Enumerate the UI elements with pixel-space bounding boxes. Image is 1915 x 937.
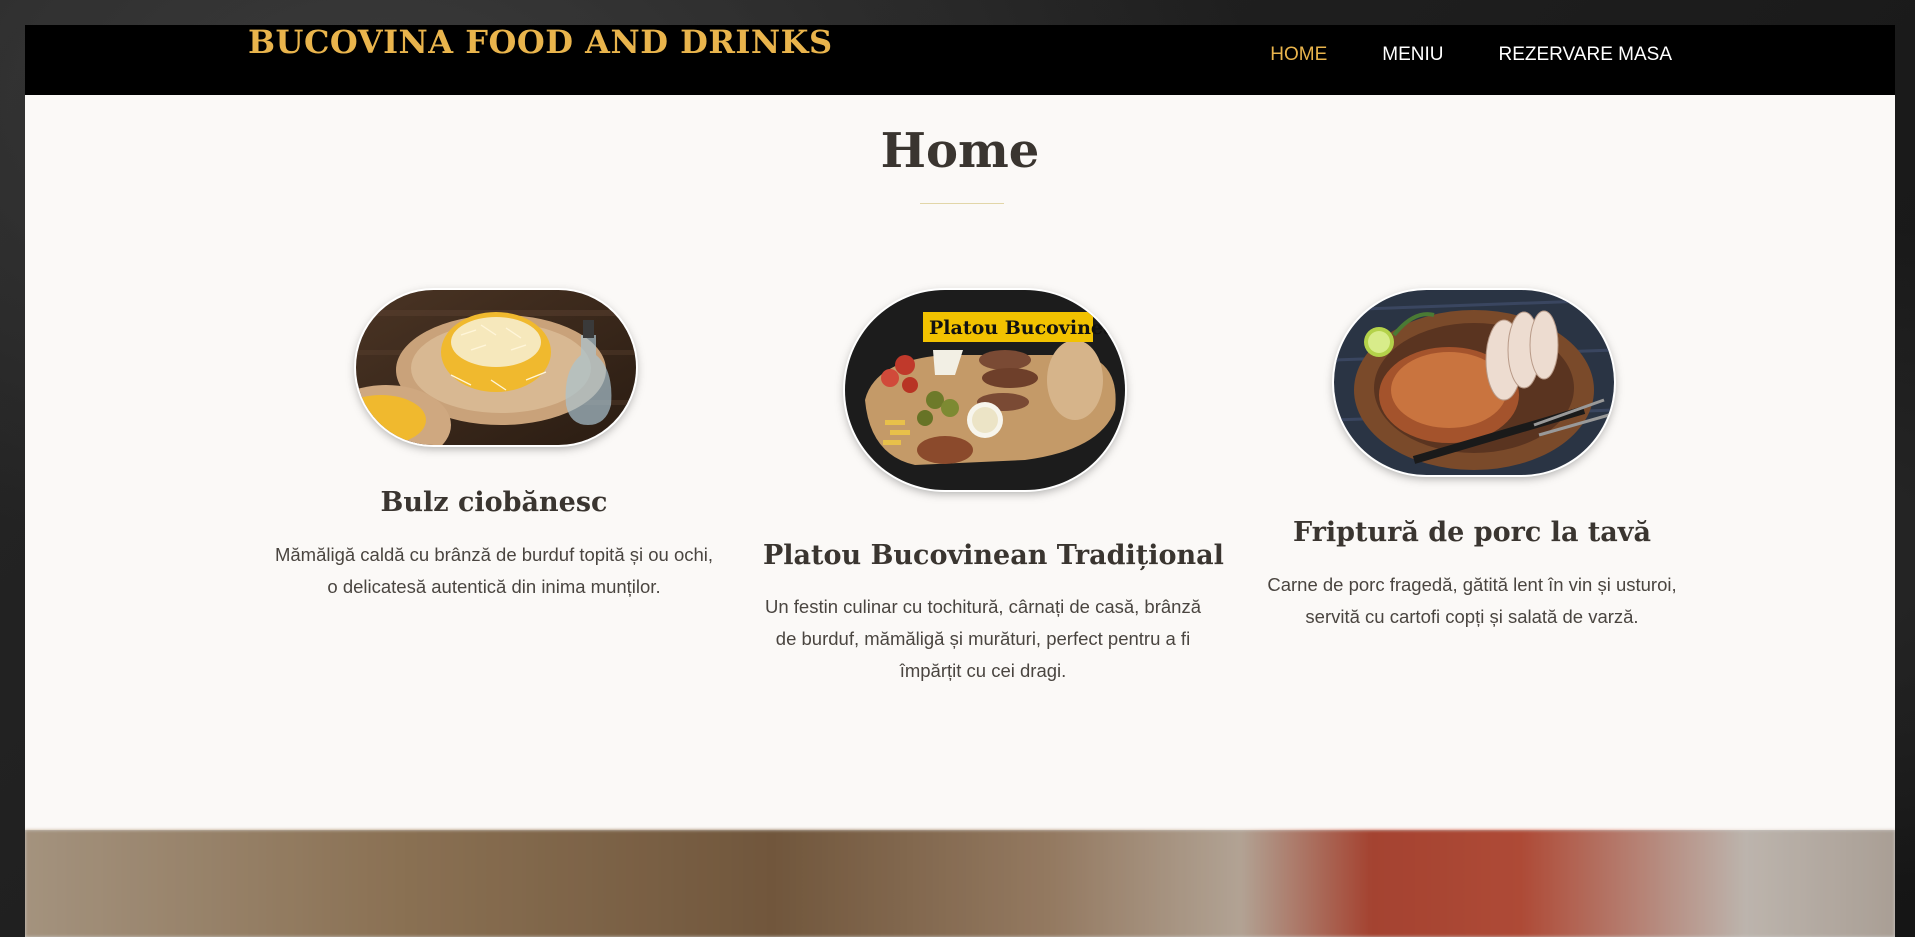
title-divider <box>920 203 1004 204</box>
platou-image-label: Platou Bucovinea <box>929 317 1115 339</box>
dish-card-friptura: Friptură de porc la tavă Carne de porc f… <box>1252 265 1692 645</box>
dish-card-platou: Platou Bucovinea Platou Bucovinean Tradi… <box>763 265 1224 685</box>
top-navbar: BUCOVINA FOOD AND DRINKS HOME MENIU REZE… <box>25 25 1895 95</box>
dish-title: Bulz ciobănesc <box>380 487 608 518</box>
dish-image-bulz <box>356 290 636 445</box>
dish-image-friptura <box>1334 290 1614 475</box>
site-container: BUCOVINA FOOD AND DRINKS HOME MENIU REZE… <box>25 25 1895 937</box>
nav-rezervare-link[interactable]: REZERVARE MASA <box>1498 43 1672 67</box>
main-nav: HOME MENIU REZERVARE MASA <box>1270 43 1672 67</box>
page-title: Home <box>880 123 1040 179</box>
dish-description: Mămăligă caldă cu brânză de burduf topit… <box>274 544 714 597</box>
dish-description: Carne de porc fragedă, gătită lent în vi… <box>1267 574 1677 627</box>
dish-title: Friptură de porc la tavă <box>1293 517 1651 548</box>
dish-description: Un festin culinar cu tochitură, cârnați … <box>764 596 1201 681</box>
dish-image-platou: Platou Bucovinea <box>845 290 1125 490</box>
dish-card-bulz: Bulz ciobănesc Mămăligă caldă cu brânză … <box>274 265 714 605</box>
nav-meniu-link[interactable]: MENIU <box>1382 43 1443 67</box>
dish-title: Platou Bucovinean Tradițional <box>763 540 1224 571</box>
brand-logo-text[interactable]: BUCOVINA FOOD AND DRINKS <box>248 25 833 61</box>
hero-overlay <box>25 830 1895 937</box>
nav-home-link[interactable]: HOME <box>1270 43 1327 67</box>
